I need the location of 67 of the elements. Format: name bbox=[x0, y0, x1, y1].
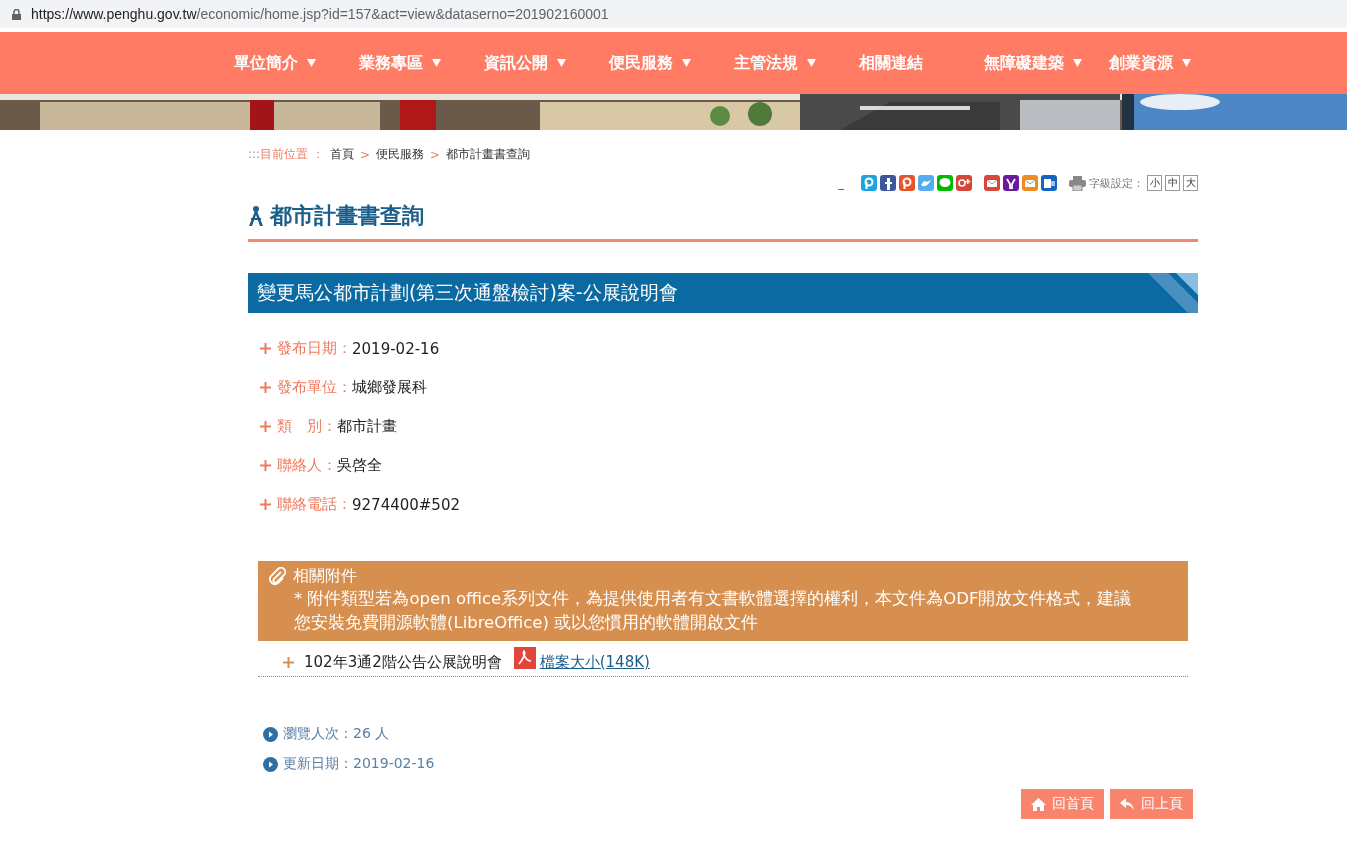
nav-menu-item[interactable]: 業務專區 bbox=[359, 52, 484, 74]
caret-icon bbox=[1182, 59, 1191, 67]
breadcrumb-separator: > bbox=[430, 147, 441, 162]
nav-menu-item[interactable]: 創業資源 bbox=[1109, 52, 1234, 74]
field-value: 城鄉發展科 bbox=[352, 378, 427, 397]
article-title: 變更馬公都市計劃(第三次通盤檢討)案-公展說明會 bbox=[257, 280, 678, 305]
font-size-label: 字級設定： bbox=[1089, 175, 1144, 191]
nav-menu-item[interactable]: 相關連結 bbox=[859, 52, 984, 74]
attachments-note: * 附件類型若為open office系列文件，為提供使用者有文書軟體選擇的權利，本文件為ODF開放文件格式，建議您安裝免費開源軟體(LibreOffice) 或以您慣用的軟體開啟文件 bbox=[293, 588, 1133, 634]
caret-icon bbox=[307, 59, 316, 67]
breadcrumb-link[interactable]: 首頁 bbox=[329, 146, 354, 163]
font-size-button[interactable]: 大 bbox=[1183, 175, 1198, 191]
plus-icon bbox=[260, 343, 271, 354]
breadcrumb-separator: > bbox=[359, 147, 371, 162]
field-value: 吳啓全 bbox=[337, 456, 382, 475]
plus-icon bbox=[283, 657, 294, 668]
font-size-button[interactable]: 中 bbox=[1165, 175, 1180, 191]
pdf-icon bbox=[513, 646, 536, 669]
field-label: 聯絡電話： bbox=[277, 495, 352, 514]
back-button[interactable]: 回上頁 bbox=[1110, 789, 1193, 819]
play-circle-icon bbox=[263, 726, 278, 742]
home-button[interactable]: 回首頁 bbox=[1021, 789, 1104, 819]
breadcrumb-link[interactable]: 都市計畫書查詢 bbox=[446, 146, 531, 163]
caret-icon bbox=[432, 59, 441, 67]
stat-text: 更新日期：2019-02-16 bbox=[283, 755, 435, 773]
nav-menu-item[interactable]: 資訊公開 bbox=[484, 52, 609, 74]
breadcrumb-link[interactable]: 便民服務 bbox=[376, 146, 425, 163]
field-value: 2019-02-16 bbox=[352, 339, 440, 358]
share-icon[interactable] bbox=[956, 175, 972, 191]
compass-icon bbox=[248, 205, 264, 227]
share-icon[interactable] bbox=[1041, 175, 1057, 191]
field-label: 聯絡人： bbox=[277, 456, 337, 475]
stat-text: 瀏覽人次：26 人 bbox=[283, 725, 390, 743]
file-name: 102年3通2階公告公展說明會 bbox=[304, 653, 502, 672]
caret-icon bbox=[557, 59, 566, 67]
printer-icon[interactable] bbox=[1069, 175, 1086, 191]
plus-icon bbox=[260, 421, 271, 432]
plus-icon bbox=[260, 382, 271, 393]
field-label: 發布日期： bbox=[277, 339, 352, 358]
nav-menu-item[interactable]: 便民服務 bbox=[609, 52, 734, 74]
reply-arrow-icon bbox=[1120, 797, 1135, 811]
font-size-button[interactable]: 小 bbox=[1147, 175, 1162, 191]
nav-menu-item[interactable]: 主管法規 bbox=[734, 52, 859, 74]
nav-menu-item[interactable]: 無障礙建築 bbox=[984, 52, 1109, 74]
share-icon[interactable] bbox=[880, 175, 896, 191]
caret-icon bbox=[1073, 59, 1082, 67]
page-title: 都市計畫書查詢 bbox=[270, 202, 424, 230]
paperclip-icon bbox=[268, 566, 288, 587]
file-link[interactable]: 檔案大小(148K) bbox=[539, 653, 650, 672]
caret-icon bbox=[807, 59, 816, 67]
field-label: 類 別： bbox=[277, 417, 337, 436]
skip-link[interactable]: _ bbox=[838, 176, 844, 190]
nav-menu-item[interactable]: 單位簡介 bbox=[234, 52, 359, 74]
lock-icon bbox=[12, 8, 21, 20]
plus-icon bbox=[260, 460, 271, 471]
corner-decoration bbox=[1148, 273, 1198, 313]
home-icon bbox=[1031, 797, 1046, 811]
mail-icon[interactable] bbox=[984, 175, 1000, 191]
breadcrumb-label: :::目前位置 ： bbox=[248, 146, 324, 163]
field-label: 發布單位： bbox=[277, 378, 352, 397]
field-value: 9274400#502 bbox=[352, 495, 460, 514]
field-value: 都市計畫 bbox=[337, 417, 397, 436]
attachments-title: 相關附件 bbox=[293, 566, 357, 587]
share-icon[interactable] bbox=[1003, 175, 1019, 191]
plus-icon bbox=[260, 499, 271, 510]
play-circle-icon bbox=[263, 756, 278, 772]
caret-icon bbox=[682, 59, 691, 67]
